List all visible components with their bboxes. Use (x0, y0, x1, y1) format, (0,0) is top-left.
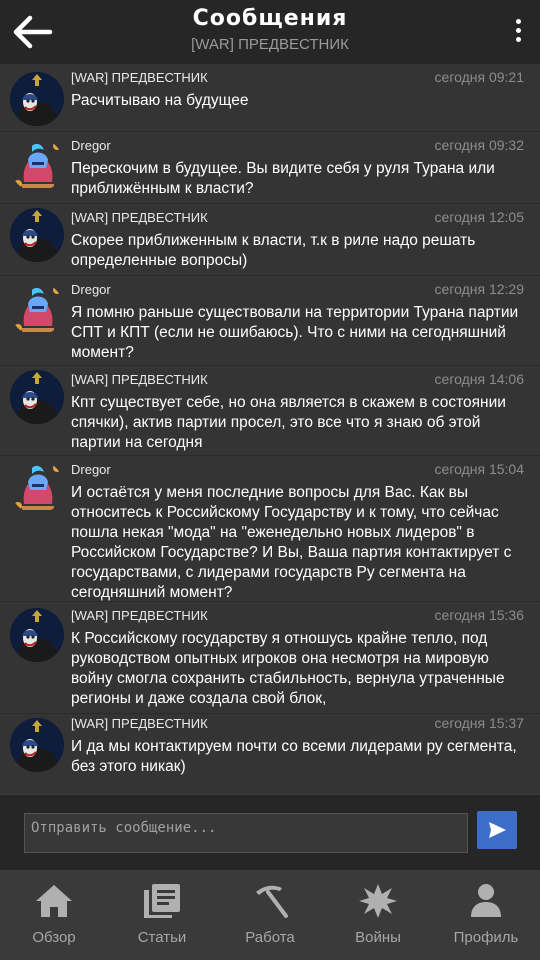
message-time: сегодня 12:29 (434, 281, 524, 297)
message-text: Перескочим в будущее. Вы видите себя у р… (71, 160, 495, 197)
tab-articles[interactable]: Статьи (108, 870, 216, 960)
knight-avatar[interactable] (10, 282, 64, 336)
message-author[interactable]: Dregor (71, 138, 111, 153)
message-item: Dregor сегодня 12:29 Я помню раньше суще… (0, 276, 540, 366)
tab-label: Профиль (453, 929, 519, 946)
knight-avatar[interactable] (10, 460, 64, 514)
app-header: Сообщения [WAR] ПРЕДВЕСТНИК (0, 0, 540, 64)
message-time: сегодня 09:32 (434, 137, 524, 153)
home-icon (36, 885, 72, 917)
pickaxe-icon (256, 885, 288, 918)
message-text: Скорее приближенным к власти, т.к в риле… (71, 232, 476, 269)
message-text: И да мы контактируем почти со всеми лиде… (71, 738, 517, 775)
message-item: Dregor сегодня 09:32 Перескочим в будуще… (0, 132, 540, 204)
message-composer (0, 794, 540, 870)
message-item: [WAR] ПРЕДВЕСТНИК сегодня 12:05 Скорее п… (0, 204, 540, 276)
profile-icon (471, 884, 501, 917)
message-time: сегодня 12:05 (434, 209, 524, 225)
message-text: Расчитываю на будущее (71, 92, 249, 109)
message-author[interactable]: [WAR] ПРЕДВЕСТНИК (71, 210, 208, 225)
joker-avatar[interactable] (10, 718, 64, 772)
joker-avatar[interactable] (10, 608, 64, 662)
send-icon (489, 822, 506, 838)
message-item: Dregor сегодня 15:04 И остаётся у меня п… (0, 456, 540, 602)
knight-avatar[interactable] (10, 138, 64, 192)
message-author[interactable]: Dregor (71, 462, 111, 477)
message-author[interactable]: [WAR] ПРЕДВЕСТНИК (71, 372, 208, 387)
joker-avatar[interactable] (10, 370, 64, 424)
message-item: [WAR] ПРЕДВЕСТНИК сегодня 14:06 Кпт суще… (0, 366, 540, 456)
tab-label: Войны (355, 929, 401, 946)
message-item: [WAR] ПРЕДВЕСТНИК сегодня 15:36 К Россий… (0, 602, 540, 714)
message-time: сегодня 15:37 (434, 715, 524, 731)
send-button[interactable] (477, 811, 517, 849)
message-list[interactable]: [WAR] ПРЕДВЕСТНИК сегодня 09:21 Расчитыв… (0, 64, 540, 794)
articles-icon (144, 884, 180, 918)
message-text: Кпт существует себе, но она является в с… (71, 394, 506, 451)
message-author[interactable]: Dregor (71, 282, 111, 297)
tab-profile[interactable]: Профиль (432, 870, 540, 960)
conversation-subtitle: [WAR] ПРЕДВЕСТНИК (191, 36, 349, 53)
tab-label: Обзор (32, 929, 76, 946)
message-text: И остаётся у меня последние вопросы для … (71, 484, 512, 601)
bottom-nav: Обзор Статьи Работа Войны Профиль (0, 870, 540, 960)
message-time: сегодня 15:36 (434, 607, 524, 623)
message-time: сегодня 14:06 (434, 371, 524, 387)
page-title: Сообщения (192, 6, 348, 31)
tab-label: Работа (245, 929, 295, 946)
explosion-icon (359, 884, 397, 918)
message-time: сегодня 09:21 (434, 69, 524, 85)
tab-work[interactable]: Работа (216, 870, 324, 960)
tab-overview[interactable]: Обзор (0, 870, 108, 960)
tab-wars[interactable]: Войны (324, 870, 432, 960)
more-menu-button[interactable] (510, 16, 526, 48)
message-text: К Российскому государству я отношусь кра… (71, 630, 505, 707)
more-vertical-icon (510, 19, 526, 42)
message-author[interactable]: [WAR] ПРЕДВЕСТНИК (71, 716, 208, 731)
message-item: [WAR] ПРЕДВЕСТНИК сегодня 15:37 И да мы … (0, 710, 540, 794)
tab-label: Статьи (137, 929, 187, 946)
joker-avatar[interactable] (10, 72, 64, 126)
joker-avatar[interactable] (10, 208, 64, 262)
message-time: сегодня 15:04 (434, 461, 524, 477)
message-author[interactable]: [WAR] ПРЕДВЕСТНИК (71, 608, 208, 623)
message-item: [WAR] ПРЕДВЕСТНИК сегодня 09:21 Расчитыв… (0, 64, 540, 132)
message-input[interactable] (24, 813, 468, 853)
message-text: Я помню раньше существовали на территори… (71, 304, 519, 361)
message-author[interactable]: [WAR] ПРЕДВЕСТНИК (71, 70, 208, 85)
